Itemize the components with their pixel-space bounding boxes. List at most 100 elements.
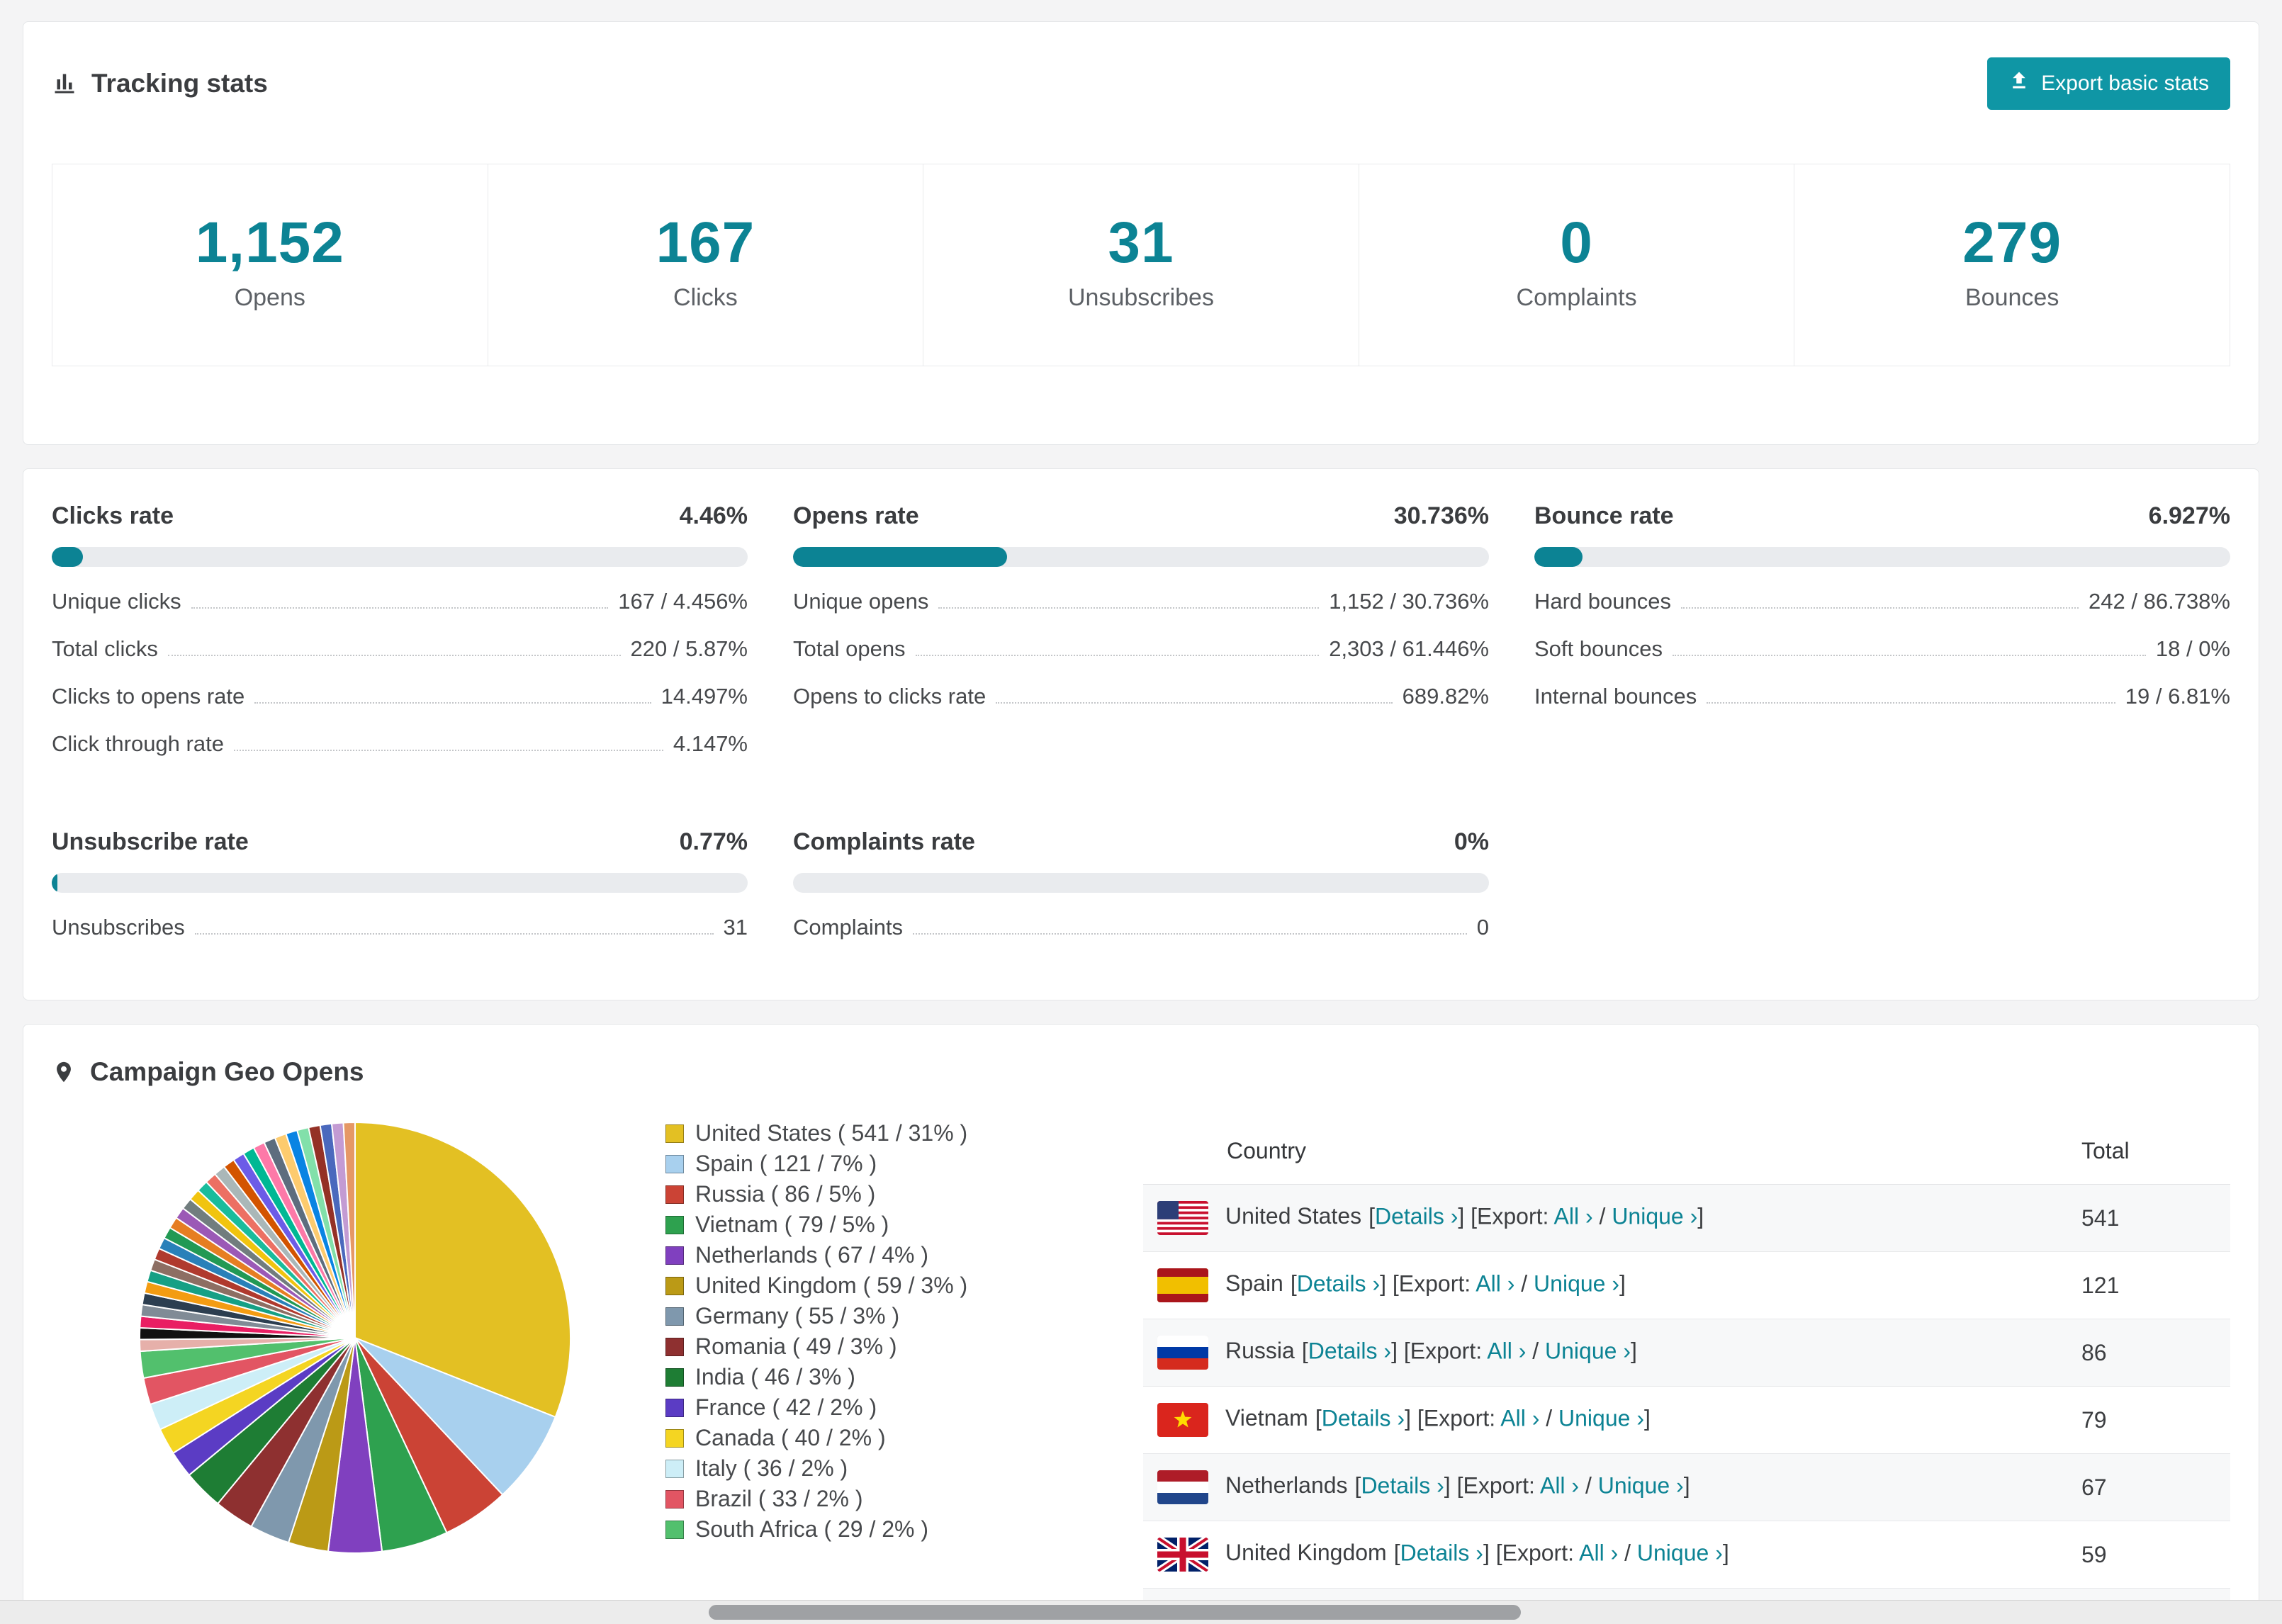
metric-label: Click through rate bbox=[52, 731, 224, 756]
opens-rate-progress-bar bbox=[793, 547, 1489, 567]
dotted-leader bbox=[167, 655, 621, 656]
bracket: ] bbox=[1458, 1203, 1465, 1229]
legend-item: Russia ( 86 / 5% ) bbox=[665, 1183, 967, 1205]
details-link[interactable]: Details › bbox=[1322, 1405, 1405, 1431]
metric-row: Opens to clicks rate 689.82% bbox=[793, 683, 1489, 709]
country-name: United States bbox=[1225, 1203, 1362, 1229]
country-name: Russia bbox=[1225, 1338, 1295, 1364]
legend-label: Vietnam ( 79 / 5% ) bbox=[695, 1212, 889, 1237]
rate-block-clicks-rate: Clicks rate 4.46% Unique clicks 167 / 4.… bbox=[52, 502, 748, 757]
rate-head: Complaints rate 0% bbox=[793, 828, 1489, 856]
legend-swatch bbox=[665, 1124, 684, 1143]
map-pin-icon bbox=[52, 1060, 76, 1084]
legend-label: Brazil ( 33 / 2% ) bbox=[695, 1486, 863, 1511]
country-cell: Netherlands [Details ›] [Export: All › / … bbox=[1143, 1453, 2067, 1521]
bracket: [ bbox=[1301, 1338, 1308, 1364]
details-link[interactable]: Details › bbox=[1375, 1203, 1458, 1229]
unsubscribe-rate-progress-bar bbox=[52, 873, 748, 893]
geo-opens-title-text: Campaign Geo Opens bbox=[90, 1057, 364, 1086]
legend-item: Netherlands ( 67 / 4% ) bbox=[665, 1244, 967, 1266]
details-link[interactable]: Details › bbox=[1361, 1472, 1444, 1498]
slash: / bbox=[1532, 1338, 1539, 1364]
geo-table-header-row: Country Total bbox=[1143, 1118, 2230, 1185]
slash: / bbox=[1624, 1540, 1631, 1566]
geo-table-row-vn: Vietnam [Details ›] [Export: All › / Uniq… bbox=[1143, 1386, 2230, 1454]
details-link[interactable]: Details › bbox=[1400, 1540, 1483, 1565]
export-unique-link[interactable]: Unique › bbox=[1637, 1540, 1723, 1565]
tracking-stats-header: Tracking stats Export basic stats bbox=[52, 57, 2230, 110]
rate-head: Unsubscribe rate 0.77% bbox=[52, 828, 748, 856]
stat-label: Complaints bbox=[1516, 284, 1637, 311]
metric-row: Complaints 0 bbox=[793, 914, 1489, 940]
export-basic-stats-button[interactable]: Export basic stats bbox=[1987, 57, 2230, 110]
rate-rows: Unsubscribes 31 bbox=[52, 914, 748, 940]
export-all-link[interactable]: All › bbox=[1554, 1203, 1593, 1229]
bracket: [ bbox=[1368, 1203, 1375, 1229]
country-total: 541 bbox=[2067, 1184, 2230, 1252]
export-unique-link[interactable]: Unique › bbox=[1558, 1405, 1644, 1431]
rate-rows: Complaints 0 bbox=[793, 914, 1489, 940]
legend-swatch bbox=[665, 1428, 684, 1448]
slash: / bbox=[1546, 1405, 1553, 1431]
country-total: 86 bbox=[2067, 1319, 2230, 1387]
legend-label: Spain ( 121 / 7% ) bbox=[695, 1151, 877, 1176]
export-all-link[interactable]: All › bbox=[1487, 1338, 1526, 1363]
export-unique-link[interactable]: Unique › bbox=[1612, 1203, 1697, 1229]
geo-opens-card: Campaign Geo Opens United States ( 541 /… bbox=[23, 1024, 2259, 1624]
export-icon bbox=[2008, 70, 2030, 97]
legend-item: Vietnam ( 79 / 5% ) bbox=[665, 1212, 967, 1237]
geo-pie-legend: United States ( 541 / 31% ) Spain ( 121 … bbox=[665, 1122, 967, 1549]
dotted-leader bbox=[1681, 607, 2079, 609]
dotted-leader bbox=[194, 933, 714, 935]
export-unique-link[interactable]: Unique › bbox=[1534, 1270, 1619, 1296]
horizontal-scrollbar[interactable] bbox=[0, 1600, 2282, 1624]
legend-label: France ( 42 / 2% ) bbox=[695, 1394, 877, 1420]
dotted-leader bbox=[996, 702, 1393, 704]
dotted-leader bbox=[1672, 655, 2146, 656]
export-all-link[interactable]: All › bbox=[1476, 1270, 1514, 1296]
dotted-leader bbox=[915, 655, 1320, 656]
metric-row: Unique clicks 167 / 4.456% bbox=[52, 588, 748, 614]
export-all-link[interactable]: All › bbox=[1579, 1540, 1618, 1565]
nl-flag-icon bbox=[1157, 1470, 1208, 1504]
tracking-stats-card: Tracking stats Export basic stats 1,152 … bbox=[23, 21, 2259, 445]
country-cell: Vietnam [Details ›] [Export: All › / Uniq… bbox=[1143, 1386, 2067, 1454]
us-flag-icon bbox=[1157, 1201, 1208, 1235]
export-all-link[interactable]: All › bbox=[1540, 1472, 1579, 1498]
metric-label: Clicks to opens rate bbox=[52, 684, 245, 709]
horizontal-scrollbar-thumb[interactable] bbox=[709, 1605, 1521, 1620]
rate-head: Opens rate 30.736% bbox=[793, 502, 1489, 530]
details-link[interactable]: Details › bbox=[1308, 1338, 1391, 1363]
legend-item: Italy ( 36 / 2% ) bbox=[665, 1457, 967, 1479]
country-cell: Spain [Details ›] [Export: All › / Unique… bbox=[1143, 1251, 2067, 1319]
geo-table-row-nl: Netherlands [Details ›] [Export: All › / … bbox=[1143, 1453, 2230, 1521]
slash: / bbox=[1585, 1472, 1592, 1499]
country-name: Vietnam bbox=[1225, 1405, 1308, 1431]
rate-head: Bounce rate 6.927% bbox=[1534, 502, 2230, 530]
rate-value: 0% bbox=[1454, 828, 1489, 855]
rates-card: Clicks rate 4.46% Unique clicks 167 / 4.… bbox=[23, 468, 2259, 1000]
legend-label: Romania ( 49 / 3% ) bbox=[695, 1333, 897, 1359]
export-label: [Export: bbox=[1392, 1270, 1471, 1297]
details-link[interactable]: Details › bbox=[1297, 1270, 1380, 1296]
dotted-leader bbox=[1707, 702, 2115, 704]
rate-value: 0.77% bbox=[679, 828, 748, 855]
legend-item: Canada ( 40 / 2% ) bbox=[665, 1426, 967, 1449]
progress-fill bbox=[52, 873, 57, 893]
bracket: ] bbox=[1683, 1472, 1690, 1499]
metric-value: 220 / 5.87% bbox=[630, 636, 748, 661]
metric-value: 1,152 / 30.736% bbox=[1329, 589, 1489, 614]
metric-row: Clicks to opens rate 14.497% bbox=[52, 683, 748, 709]
export-unique-link[interactable]: Unique › bbox=[1545, 1338, 1631, 1363]
rate-title: Unsubscribe rate bbox=[52, 828, 249, 855]
legend-item: United Kingdom ( 59 / 3% ) bbox=[665, 1274, 967, 1297]
dotted-leader bbox=[254, 702, 651, 704]
bracket: ] bbox=[1391, 1338, 1398, 1364]
export-basic-stats-label: Export basic stats bbox=[2041, 72, 2209, 95]
metric-row: Hard bounces 242 / 86.738% bbox=[1534, 588, 2230, 614]
stat-label: Bounces bbox=[1965, 284, 2059, 311]
export-unique-link[interactable]: Unique › bbox=[1598, 1472, 1684, 1498]
export-all-link[interactable]: All › bbox=[1500, 1405, 1539, 1431]
country-total: 121 bbox=[2067, 1251, 2230, 1319]
metric-value: 14.497% bbox=[661, 684, 748, 709]
